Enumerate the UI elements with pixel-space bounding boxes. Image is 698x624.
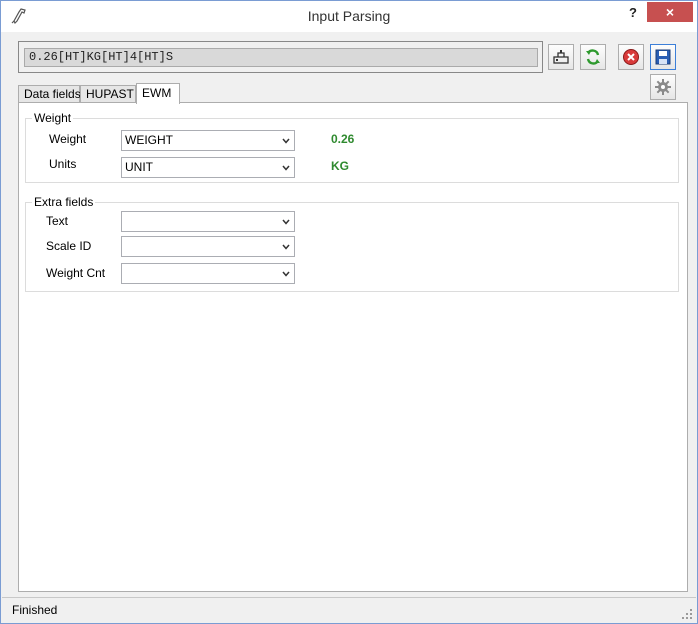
weight-cnt-label: Weight Cnt <box>46 266 106 280</box>
cancel-icon <box>623 49 639 65</box>
scale-id-label: Scale ID <box>46 239 92 253</box>
window-close-button[interactable]: × <box>647 2 693 22</box>
text-label: Text <box>46 214 69 228</box>
tab-ewm[interactable]: EWM <box>136 83 180 104</box>
cancel-button[interactable] <box>618 44 644 70</box>
units-value: KG <box>331 159 349 173</box>
refresh-icon <box>586 49 600 65</box>
weight-value: 0.26 <box>331 132 355 146</box>
save-button[interactable] <box>650 44 676 70</box>
chevron-down-icon <box>282 244 290 250</box>
chevron-down-icon <box>282 219 290 225</box>
weight-cnt-select[interactable] <box>121 263 295 284</box>
chevron-down-icon <box>282 138 290 144</box>
refresh-button[interactable] <box>580 44 606 70</box>
weight-select-value: WEIGHT <box>125 133 173 147</box>
main-content: 0.26[HT]KG[HT]4[HT]S Data fields HUPAST … <box>9 32 689 592</box>
text-select[interactable] <box>121 211 295 232</box>
title-bar: Input Parsing ? × <box>1 1 697 32</box>
extra-fields-group-title: Extra fields <box>32 195 96 209</box>
save-icon <box>655 49 671 65</box>
parse-button[interactable] <box>548 44 574 70</box>
ewm-tab-panel: Weight Weight WEIGHT 0.26 Units UNIT KG … <box>18 102 688 592</box>
scale-icon <box>553 50 569 64</box>
units-select-value: UNIT <box>125 160 153 174</box>
units-label: Units <box>49 157 77 171</box>
gear-icon <box>655 79 671 95</box>
units-select[interactable]: UNIT <box>121 157 295 178</box>
window-title: Input Parsing <box>307 8 391 24</box>
status-text: Finished <box>12 603 58 617</box>
input-frame: 0.26[HT]KG[HT]4[HT]S <box>18 41 543 73</box>
weight-label: Weight <box>49 132 87 146</box>
help-button[interactable]: ? <box>621 3 645 23</box>
weight-select[interactable]: WEIGHT <box>121 130 295 151</box>
settings-button[interactable] <box>650 74 676 100</box>
chevron-down-icon <box>282 271 290 277</box>
tab-hupast[interactable]: HUPAST <box>80 85 136 103</box>
weight-group-title: Weight <box>32 111 74 125</box>
resize-grip-icon[interactable] <box>682 609 692 619</box>
extra-fields-group: Extra fields Text Scale ID Weight Cnt <box>25 195 679 292</box>
raw-input-field[interactable]: 0.26[HT]KG[HT]4[HT]S <box>24 48 538 67</box>
input-parsing-window: Input Parsing ? × 0.26[HT]KG[HT]4[HT]S D… <box>0 0 698 624</box>
scale-id-select[interactable] <box>121 236 295 257</box>
status-bar: Finished <box>2 597 696 623</box>
weight-group: Weight Weight WEIGHT 0.26 Units UNIT KG <box>25 111 679 183</box>
tab-data-fields[interactable]: Data fields <box>18 85 81 103</box>
chevron-down-icon <box>282 165 290 171</box>
